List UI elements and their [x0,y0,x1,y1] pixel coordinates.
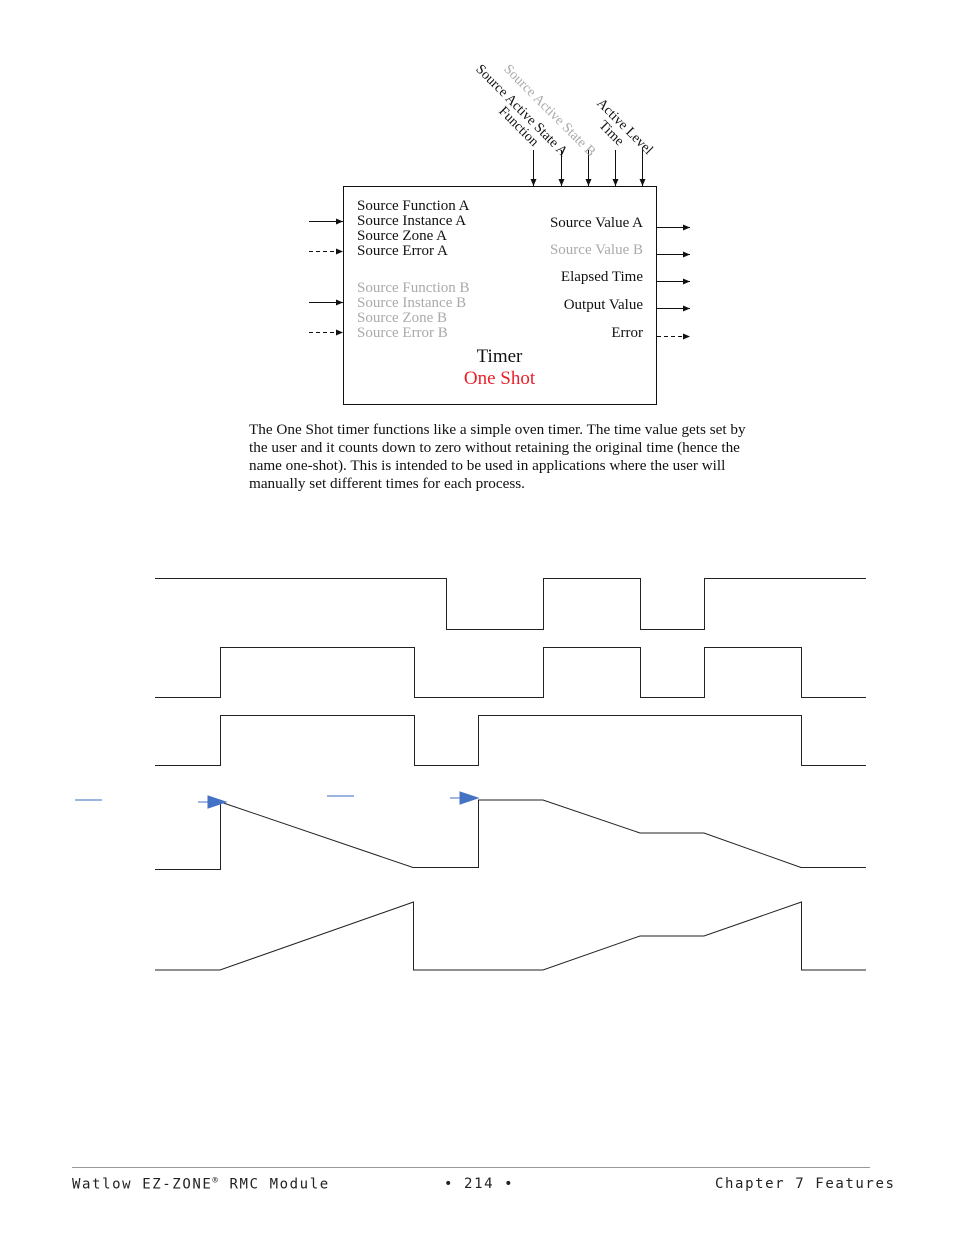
input-source-function-b: Source Function B [357,280,470,296]
input-source-zone-b: Source Zone B [357,310,447,326]
input-source-zone-a: Source Zone A [357,228,447,244]
input-source-error-a: Source Error A [357,243,448,259]
waveform-4 [155,799,866,870]
footer-product-name: Watlow EZ-ZONE [72,1176,213,1193]
input-source-error-b: Source Error B [357,325,448,341]
timing-waveforms [155,578,866,971]
input-source-instance-b: Source Instance B [357,295,467,311]
reset-markers [75,791,480,809]
output-source-value-a: Source Value A [549,215,643,231]
output-arrows [657,224,690,340]
waveform-3 [155,715,866,766]
marker-arrow-icon [207,795,228,809]
footer-product-suffix: RMC Module [219,1176,330,1193]
footer-product: Watlow EZ-ZONE® RMC Module [72,1176,330,1193]
input-source-function-a: Source Function A [357,198,470,214]
input-source-instance-a: Source Instance A [357,213,467,229]
footer-page-number: • 214 • [444,1176,515,1192]
left-inputs-a: Source Function A Source Instance A Sour… [357,199,470,259]
output-elapsed-time: Elapsed Time [560,269,643,285]
output-error: Error [611,325,643,341]
diagram-graphics [72,150,870,1168]
block-subtitle: One Shot [463,368,536,389]
footer-chapter: Chapter 7 Features [715,1176,896,1192]
block-title: Timer [476,346,523,367]
marker-arrow-icon [459,791,480,805]
output-source-value-b: Source Value B [549,242,643,258]
waveform-2 [155,647,866,698]
left-inputs-b: Source Function B Source Instance B Sour… [357,281,470,341]
waveform-5 [155,901,866,971]
left-input-arrows [309,218,343,336]
body-paragraph: The One Shot timer functions like a simp… [249,421,746,492]
waveform-1 [155,578,866,630]
output-output-value: Output Value [563,297,643,313]
